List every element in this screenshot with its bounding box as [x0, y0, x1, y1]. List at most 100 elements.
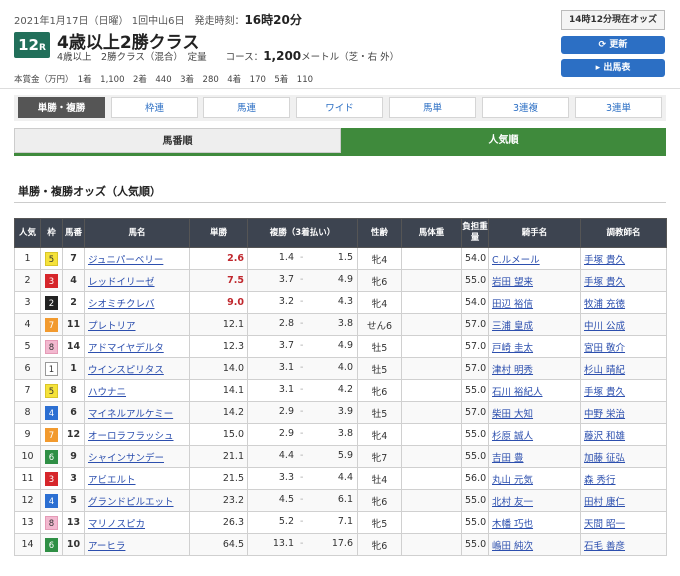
waku-badge: 5 [45, 251, 58, 266]
trainer-link[interactable]: 中川 公成 [580, 313, 667, 336]
race-date-text: 2021年1月17日（日曜） 1回中山6日 発走時刻： [14, 16, 245, 27]
trainer-link[interactable]: 田村 康仁 [580, 489, 667, 512]
place-odds-separator: - [300, 472, 304, 483]
trainer-link[interactable]: 宮田 敬介 [580, 335, 667, 358]
header-waku: 枠 [40, 218, 63, 248]
horse-name-link[interactable]: オーロラフラッシュ [84, 423, 190, 446]
trainer-link[interactable]: 牧浦 充徳 [580, 291, 667, 314]
body-weight-cell [401, 379, 462, 402]
jockey-link[interactable]: 木幡 巧也 [488, 511, 581, 534]
refresh-button[interactable]: ⟳ 更新 [561, 36, 665, 54]
body-weight-cell [401, 313, 462, 336]
jockey-link[interactable]: C.ルメール [488, 247, 581, 270]
tab-exacta[interactable]: 馬単 [389, 97, 476, 118]
tab-win-place[interactable]: 単勝・複勝 [18, 97, 105, 118]
horse-name-link[interactable]: ジュニパーベリー [84, 247, 190, 270]
trainer-link[interactable]: 天間 昭一 [580, 511, 667, 534]
trainer-link[interactable]: 杉山 晴紀 [580, 357, 667, 380]
place-odds-high: 5.9 [337, 450, 353, 461]
horse-name-link[interactable]: プレトリア [84, 313, 190, 336]
race-number-suffix: R [38, 43, 46, 53]
horse-number-cell: 5 [62, 489, 85, 512]
horse-name-link[interactable]: アドマイヤデルタ [84, 335, 190, 358]
horse-number-cell: 11 [62, 313, 85, 336]
tab-wide[interactable]: ワイド [296, 97, 383, 118]
place-odds-cell: 5.2- 7.1 [247, 511, 358, 534]
trainer-link[interactable]: 手塚 貴久 [580, 379, 667, 402]
header-horse-name: 馬名 [84, 218, 190, 248]
place-odds-separator: - [300, 428, 304, 439]
trainer-link[interactable]: 手塚 貴久 [580, 269, 667, 292]
place-odds-separator: - [300, 494, 304, 505]
win-odds-cell: 7.5 [189, 269, 248, 292]
place-odds-low: 1.4 [278, 252, 294, 263]
horse-name-link[interactable]: マイネルアルケミー [84, 401, 190, 424]
table-row: 3 2 2 シオミチクレバ 9.0 3.2-4.3 牝4 54.0 田辺 裕信 牧浦 充徳 [14, 291, 667, 314]
sex-age-cell: 牝6 [357, 489, 402, 512]
horse-name-link[interactable]: シオミチクレバ [84, 291, 190, 314]
table-row: 13 8 13 マリノスピカ 26.3 5.2-7.1 牝5 55.0 木幡 巧也 天間 昭一 [14, 511, 667, 534]
horse-name-link[interactable]: レッドイリーゼ [84, 269, 190, 292]
place-odds-low: 3.2 [278, 296, 294, 307]
place-odds-separator: - [300, 516, 304, 527]
place-odds-low: 3.1 [278, 362, 294, 373]
waku-cell: 3 [40, 269, 63, 292]
horse-name-link[interactable]: ハウナニ [84, 379, 190, 402]
trainer-link[interactable]: 石毛 善彦 [580, 533, 667, 556]
table-row: 1 5 7 ジュニパーベリー 2.6 1.4- 1.5 牝4 54.0 C.ルメール 手塚 貴久 [14, 247, 667, 270]
trainer-link[interactable]: 手塚 貴久 [580, 247, 667, 270]
tab-trifecta[interactable]: 3連単 [575, 97, 662, 118]
table-row: 7 5 8 ハウナニ 14.1 3.1- 4.2 牝6 55.0 石川 裕紀人 手塚 貴久 [14, 379, 667, 402]
jockey-link[interactable]: 岩田 望来 [488, 269, 581, 292]
jockey-link[interactable]: 戸崎 圭太 [488, 335, 581, 358]
waku-badge: 2 [45, 295, 58, 310]
place-odds-cell: 3.1- 4.2 [247, 379, 358, 402]
horse-name-link[interactable]: マリノスピカ [84, 511, 190, 534]
burden-weight-cell: 57.0 [461, 401, 489, 424]
table-row: 6 1 1 ウインスピリタス 14.0 3.1-4.0 牡5 57.0 津村 明秀 杉山 晴紀 [14, 357, 667, 380]
trainer-link[interactable]: 森 秀行 [580, 467, 667, 490]
jockey-link[interactable]: 北村 友一 [488, 489, 581, 512]
jockey-link[interactable]: 田辺 裕信 [488, 291, 581, 314]
horse-name-link[interactable]: シャインサンデー [84, 445, 190, 468]
place-odds-low: 13.1 [272, 538, 294, 549]
waku-badge: 3 [45, 273, 58, 288]
horse-name-link[interactable]: アーヒラ [84, 533, 190, 556]
horse-name-link[interactable]: アビエルト [84, 467, 190, 490]
sex-age-cell: 牝6 [357, 269, 402, 292]
jockey-link[interactable]: 三浦 皇成 [488, 313, 581, 336]
entries-button[interactable]: ▸ 出馬表 [561, 59, 665, 77]
place-odds-cell: 2.8- 3.8 [247, 313, 358, 336]
jockey-link[interactable]: 石川 裕紀人 [488, 379, 581, 402]
jockey-link[interactable]: 津村 明秀 [488, 357, 581, 380]
waku-badge: 1 [45, 361, 58, 376]
horse-name-link[interactable]: ウインスピリタス [84, 357, 190, 380]
tab-trio[interactable]: 3連複 [482, 97, 569, 118]
burden-weight-cell: 56.0 [461, 467, 489, 490]
tab-quinella[interactable]: 馬連 [203, 97, 290, 118]
jockey-link[interactable]: 丸山 元気 [488, 467, 581, 490]
trainer-link[interactable]: 加藤 征弘 [580, 445, 667, 468]
waku-cell: 1 [40, 357, 63, 380]
popularity-cell: 9 [14, 423, 41, 446]
sex-age-cell: 牝4 [357, 291, 402, 314]
body-weight-cell [401, 247, 462, 270]
sex-age-cell: 牡4 [357, 467, 402, 490]
sort-by-number-tab[interactable]: 馬番順 [14, 128, 341, 153]
jockey-link[interactable]: 柴田 大知 [488, 401, 581, 424]
win-odds-cell: 64.5 [189, 533, 248, 556]
place-odds-separator: - [300, 450, 304, 461]
jockey-link[interactable]: 杉原 誠人 [488, 423, 581, 446]
trainer-link[interactable]: 藤沢 和雄 [580, 423, 667, 446]
trainer-link[interactable]: 中野 栄治 [580, 401, 667, 424]
jockey-link[interactable]: 嶋田 純次 [488, 533, 581, 556]
tab-bracket-quinella[interactable]: 枠連 [111, 97, 198, 118]
place-odds-high: 4.3 [337, 296, 353, 307]
waku-cell: 2 [40, 291, 63, 314]
sort-by-popularity-tab[interactable]: 人気順 [341, 128, 666, 153]
popularity-cell: 6 [14, 357, 41, 380]
horse-name-link[interactable]: グランドピルエット [84, 489, 190, 512]
jockey-link[interactable]: 吉田 豊 [488, 445, 581, 468]
waku-cell: 5 [40, 379, 63, 402]
header-jockey: 騎手名 [488, 218, 581, 248]
